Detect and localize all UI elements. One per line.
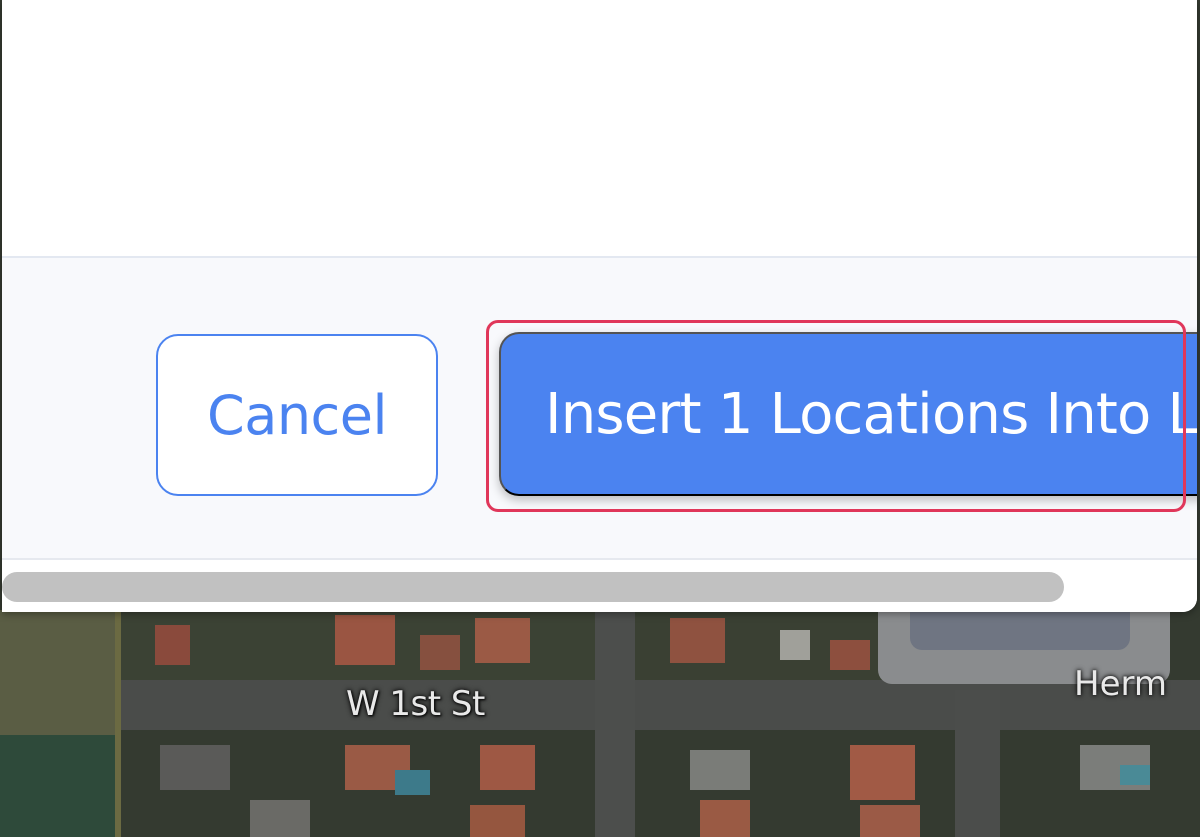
scrollbar-thumb[interactable]: [2, 572, 1064, 602]
street-label: W 1st St: [346, 684, 485, 724]
street-label-right: Herm: [1074, 664, 1167, 704]
cancel-button[interactable]: Cancel: [156, 334, 438, 496]
screen: W 1st St Herm Cancel Insert 1 Locations …: [0, 0, 1200, 837]
dialog-footer: Cancel Insert 1 Locations Into List: [2, 258, 1197, 560]
insert-locations-button[interactable]: Insert 1 Locations Into List: [499, 332, 1197, 496]
dialog-body: [2, 0, 1197, 258]
horizontal-scrollbar[interactable]: [2, 560, 1197, 612]
insert-locations-dialog: Cancel Insert 1 Locations Into List: [2, 0, 1197, 612]
